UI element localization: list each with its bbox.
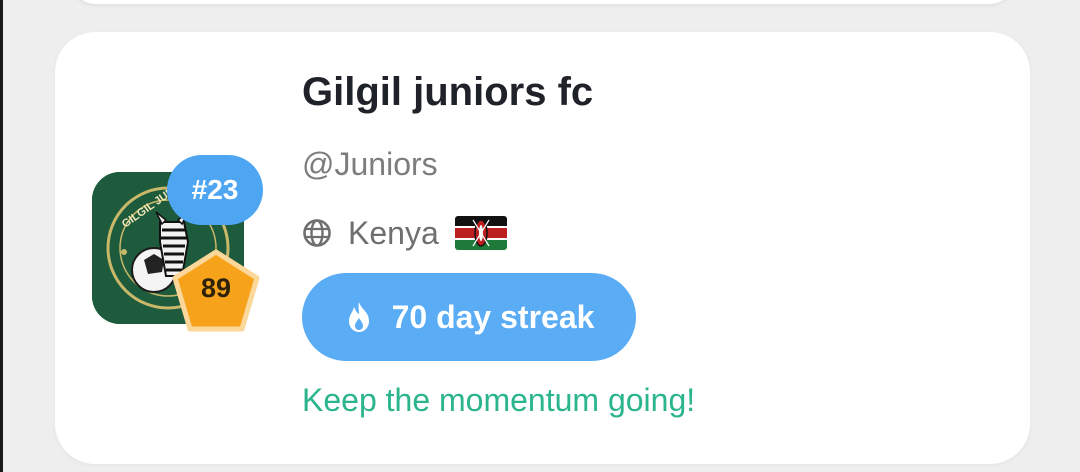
kenya-flag-icon — [454, 216, 507, 250]
previous-card — [70, 0, 1015, 4]
team-name: Gilgil juniors fc — [302, 70, 594, 114]
country-name: Kenya — [348, 214, 439, 251]
streak-label: 70 day streak — [391, 298, 595, 335]
rank-badge: #23 — [167, 155, 263, 225]
level-badge: 89 — [170, 247, 262, 335]
location-row: Kenya — [302, 210, 507, 256]
level-number: 89 — [200, 273, 232, 303]
team-handle: @Juniors — [302, 146, 438, 182]
encouragement-text: Keep the momentum going! — [302, 382, 696, 418]
window-edge — [0, 0, 3, 472]
globe-icon — [303, 219, 331, 247]
flame-icon — [348, 302, 369, 332]
streak-button[interactable]: 70 day streak — [302, 273, 636, 361]
